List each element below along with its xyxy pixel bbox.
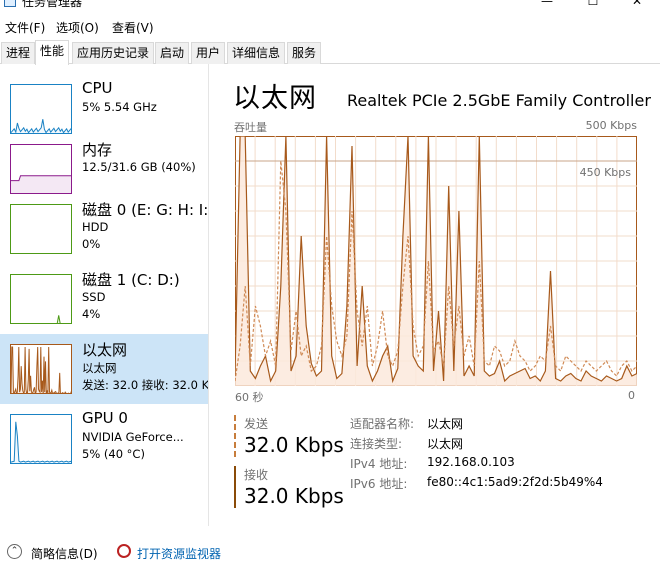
sidebar-item-detail: 以太网 [82, 361, 117, 375]
throughput-label: 吞吐量 [234, 121, 267, 134]
sidebar-item-name: GPU 0 [82, 409, 128, 427]
sidebar-item-detail: NVIDIA GeForce... [82, 430, 184, 444]
receive-stat: 接收 32.0 Kbps [234, 466, 344, 508]
disk1-thumbnail-svg [56, 315, 61, 323]
title-bar: 任务管理器 — ☐ ✕ [0, 0, 660, 16]
prop-key: IPv6 地址: [350, 477, 408, 491]
prop-value: 以太网 [427, 417, 464, 431]
sidebar-item-detail2: 4% [82, 307, 101, 321]
menu-file[interactable]: 文件(F) [5, 19, 45, 36]
tab-app-history[interactable]: 应用历史记录 [72, 42, 155, 64]
receive-value: 32.0 Kbps [244, 484, 344, 508]
ethernet-thumbnail-graph [10, 344, 72, 394]
page-title: 以太网 [233, 83, 317, 114]
tab-services[interactable]: 服务 [287, 42, 322, 64]
prop-key: IPv4 地址: [350, 457, 408, 471]
sidebar-item-detail2: 发送: 32.0 接收: 32.0 K [82, 378, 209, 392]
throughput-graph-svg: 450 Kbps [234, 135, 638, 386]
receive-label: 接收 [244, 468, 269, 482]
sidebar-item-disk1[interactable]: 磁盘 1 (C: D:) SSD 4% [0, 264, 208, 334]
sidebar-item-detail2: 0% [82, 237, 101, 251]
gpu-thumbnail-graph [10, 414, 72, 464]
disk0-thumbnail-graph [10, 204, 72, 254]
memory-thumbnail-graph [10, 144, 72, 194]
thumbnail-line [56, 315, 61, 323]
open-resource-monitor-link[interactable]: 打开资源监视器 [137, 545, 221, 562]
sidebar-item-detail: 5% 5.54 GHz [82, 100, 157, 114]
sidebar-item-gpu[interactable]: GPU 0 NVIDIA GeForce... 5% (40 °C) [0, 404, 208, 474]
thumbnail-area [57, 315, 61, 323]
cpu-thumbnail-svg [11, 119, 71, 133]
prop-key: 适配器名称: [350, 417, 415, 431]
sidebar-item-name: CPU [82, 79, 113, 97]
tab-details[interactable]: 详细信息 [227, 42, 286, 64]
disk1-thumbnail-graph [10, 274, 72, 324]
sidebar-item-name: 以太网 [82, 341, 128, 359]
x-axis-right-label: 0 [628, 389, 635, 402]
throughput-graph: 450 Kbps [234, 135, 638, 386]
thumbnail-area [11, 421, 71, 463]
window-title: 任务管理器 [22, 0, 83, 9]
resource-monitor-icon[interactable] [117, 544, 131, 558]
prop-key: 连接类型: [350, 437, 403, 451]
thumbnail-line [11, 421, 71, 463]
ethernet-thumbnail-svg [11, 346, 71, 393]
menu-options[interactable]: 选项(O) [56, 19, 99, 36]
prop-value: 192.168.0.103 [427, 455, 515, 469]
reference-line-label: 450 Kbps [580, 166, 632, 179]
menu-bar: 文件(F) 选项(O) 查看(V) [0, 16, 660, 38]
gpu-thumbnail-svg [11, 421, 71, 463]
tab-strip: 进程 性能 应用历史记录 启动 用户 详细信息 服务 [0, 40, 660, 65]
disk0-thumbnail-svg [11, 205, 72, 254]
tab-startup[interactable]: 启动 [155, 42, 190, 64]
sidebar-item-name: 磁盘 1 (C: D:) [82, 271, 180, 289]
tab-performance[interactable]: 性能 [35, 40, 70, 65]
sidebar-item-detail2: 5% (40 °C) [82, 447, 145, 461]
send-stat: 发送 32.0 Kbps [234, 415, 344, 457]
thumbnail-line [11, 346, 71, 393]
task-manager-icon [4, 0, 16, 7]
sidebar-item-disk0[interactable]: 磁盘 0 (E: G: H: I: HDD 0% [0, 194, 209, 264]
tab-users[interactable]: 用户 [191, 42, 226, 64]
x-axis-left-label: 60 秒 [235, 391, 264, 404]
adapter-name: Realtek PCIe 2.5GbE Family Controller [347, 91, 651, 110]
minimize-button[interactable]: — [524, 0, 570, 10]
send-label: 发送 [244, 417, 269, 431]
prop-value: 以太网 [427, 437, 464, 451]
memory-thumbnail-svg [11, 175, 71, 193]
sidebar-item-name: 磁盘 0 (E: G: H: I: [82, 201, 209, 219]
footer-bar: ⌃ 简略信息(D) 打开资源监视器 [0, 540, 660, 566]
sidebar-item-detail: HDD [82, 220, 109, 234]
ethernet-detail-panel: 以太网 Realtek PCIe 2.5GbE Family Controlle… [222, 64, 660, 526]
cpu-thumbnail-graph [10, 84, 72, 134]
brief-info-link[interactable]: 简略信息(D) [31, 545, 98, 562]
maximize-button[interactable]: ☐ [570, 0, 616, 10]
chevron-up-icon[interactable]: ⌃ [7, 544, 22, 559]
graph-max-label: 500 Kbps [585, 119, 637, 132]
sidebar-item-ethernet[interactable]: 以太网 以太网 发送: 32.0 接收: 32.0 K [0, 334, 209, 404]
thumbnail-area [11, 175, 71, 193]
sidebar-item-name: 内存 [82, 141, 113, 159]
tab-processes[interactable]: 进程 [1, 42, 36, 64]
resource-sidebar: CPU 5% 5.54 GHz 内存 12.5/31.6 GB (40%) 磁盘… [0, 64, 209, 526]
sidebar-item-detail: SSD [82, 290, 106, 304]
close-button[interactable]: ✕ [614, 0, 660, 10]
prop-value: fe80::4c1:5ad9:2f2d:5b49%4 [427, 475, 603, 489]
send-value: 32.0 Kbps [244, 433, 344, 457]
menu-view[interactable]: 查看(V) [112, 19, 154, 36]
sidebar-item-detail: 12.5/31.6 GB (40%) [82, 160, 196, 174]
